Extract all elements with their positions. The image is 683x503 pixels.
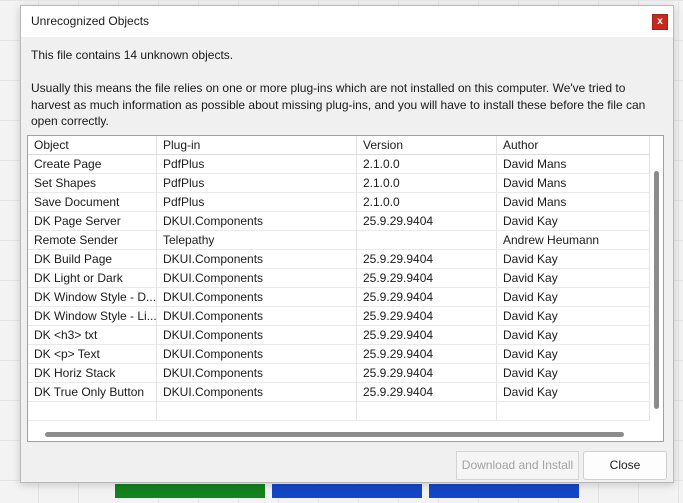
column-header-author[interactable]: Author [497, 136, 650, 155]
author-cell: Andrew Heumann [497, 231, 650, 250]
plugin-cell: DKUI.Components [157, 364, 357, 383]
plugin-cell: DKUI.Components [157, 307, 357, 326]
plugin-cell: DKUI.Components [157, 288, 357, 307]
object-cell: DK Build Page [28, 250, 157, 269]
column-header-object[interactable]: Object [28, 136, 157, 155]
plugin-cell: PdfPlus [157, 174, 357, 193]
author-cell: David Kay [497, 307, 650, 326]
table-row[interactable]: Create Page PdfPlus 2.1.0.0 David Mans [28, 155, 650, 174]
object-cell: DK <h3> txt [28, 326, 157, 345]
table-row[interactable]: DK Build Page DKUI.Components 25.9.29.9404… [28, 250, 650, 269]
vertical-scrollbar[interactable] [650, 136, 663, 441]
author-cell: David Mans [497, 174, 650, 193]
plugin-cell: DKUI.Components [157, 269, 357, 288]
version-cell: 25.9.29.9404 [357, 250, 497, 269]
canvas-green-block [115, 484, 265, 498]
unrecognized-objects-dialog: Unrecognized Objects x This file contain… [20, 5, 674, 483]
object-cell: Save Document [28, 193, 157, 212]
object-cell: DK Window Style - D... [28, 288, 157, 307]
plugin-cell: DKUI.Components [157, 326, 357, 345]
object-cell: DK Light or Dark [28, 269, 157, 288]
object-cell: Set Shapes [28, 174, 157, 193]
object-cell: DK Window Style - Li... [28, 307, 157, 326]
author-cell: David Kay [497, 364, 650, 383]
dialog-titlebar[interactable]: Unrecognized Objects x [21, 6, 673, 37]
author-cell: David Kay [497, 269, 650, 288]
plugin-cell: PdfPlus [157, 193, 357, 212]
object-cell: DK <p> Text [28, 345, 157, 364]
column-header-plugin[interactable]: Plug-in [157, 136, 357, 155]
table-row[interactable]: Save Document PdfPlus 2.1.0.0 David Mans [28, 193, 650, 212]
table-row[interactable]: DK Page Server DKUI.Components 25.9.29.940… [28, 212, 650, 231]
detail-message: Usually this means the file relies on on… [31, 81, 646, 128]
version-cell: 25.9.29.9404 [357, 212, 497, 231]
author-cell: David Mans [497, 193, 650, 212]
table-row[interactable]: Set Shapes PdfPlus 2.1.0.0 David Mans [28, 174, 650, 193]
author-cell: David Kay [497, 326, 650, 345]
table-header: Object Plug-in Version Author [28, 136, 650, 155]
version-cell: 25.9.29.9404 [357, 383, 497, 402]
plugin-cell: DKUI.Components [157, 250, 357, 269]
object-cell: DK Horiz Stack [28, 364, 157, 383]
version-cell [357, 231, 497, 250]
version-cell: 25.9.29.9404 [357, 345, 497, 364]
table-row[interactable]: DK Window Style - D... DKUI.Components 25.… [28, 288, 650, 307]
author-cell: David Kay [497, 345, 650, 364]
version-cell: 25.9.29.9404 [357, 364, 497, 383]
plugin-cell: Telepathy [157, 231, 357, 250]
table-row[interactable]: DK Window Style - Li... DKUI.Components 25… [28, 307, 650, 326]
version-cell: 25.9.29.9404 [357, 307, 497, 326]
horizontal-scrollbar[interactable] [28, 427, 650, 441]
table-row[interactable]: Remote Sender Telepathy Andrew Heumann [28, 231, 650, 250]
plugin-cell: DKUI.Components [157, 212, 357, 231]
table-row-empty [28, 402, 650, 421]
close-button[interactable]: Close [583, 451, 667, 480]
object-cell: DK Page Server [28, 212, 157, 231]
summary-message: This file contains 14 unknown objects. [31, 48, 234, 62]
horizontal-scroll-thumb[interactable] [45, 432, 624, 437]
object-cell: DK True Only Button [28, 383, 157, 402]
author-cell: David Kay [497, 288, 650, 307]
author-cell: David Kay [497, 212, 650, 231]
table-row[interactable]: DK <p> Text DKUI.Components 25.9.29.9404 Da… [28, 345, 650, 364]
plugin-cell: PdfPlus [157, 155, 357, 174]
version-cell: 2.1.0.0 [357, 193, 497, 212]
author-cell: David Kay [497, 383, 650, 402]
canvas-blue-block [429, 484, 579, 498]
object-cell: Remote Sender [28, 231, 157, 250]
author-cell: David Mans [497, 155, 650, 174]
author-cell: David Kay [497, 250, 650, 269]
table-row[interactable]: DK Horiz Stack DKUI.Components 25.9.29.940… [28, 364, 650, 383]
table-row[interactable]: DK True Only Button DKUI.Components 25.9.2… [28, 383, 650, 402]
vertical-scroll-thumb[interactable] [654, 171, 659, 409]
table-row[interactable]: DK <h3> txt DKUI.Components 25.9.29.9404 Da… [28, 326, 650, 345]
version-cell: 25.9.29.9404 [357, 326, 497, 345]
canvas-blue-block [272, 484, 422, 498]
version-cell: 2.1.0.0 [357, 155, 497, 174]
version-cell: 25.9.29.9404 [357, 269, 497, 288]
object-cell: Create Page [28, 155, 157, 174]
table-row[interactable]: DK Light or Dark DKUI.Components 25.9.29.9… [28, 269, 650, 288]
unknown-objects-table[interactable]: Object Plug-in Version Author Create Pag… [27, 135, 664, 442]
column-header-version[interactable]: Version [357, 136, 497, 155]
close-icon[interactable]: x [652, 14, 668, 30]
dialog-title: Unrecognized Objects [31, 14, 150, 28]
version-cell: 2.1.0.0 [357, 174, 497, 193]
version-cell: 25.9.29.9404 [357, 288, 497, 307]
download-and-install-button[interactable]: Download and Install [456, 451, 579, 480]
plugin-cell: DKUI.Components [157, 345, 357, 364]
plugin-cell: DKUI.Components [157, 383, 357, 402]
